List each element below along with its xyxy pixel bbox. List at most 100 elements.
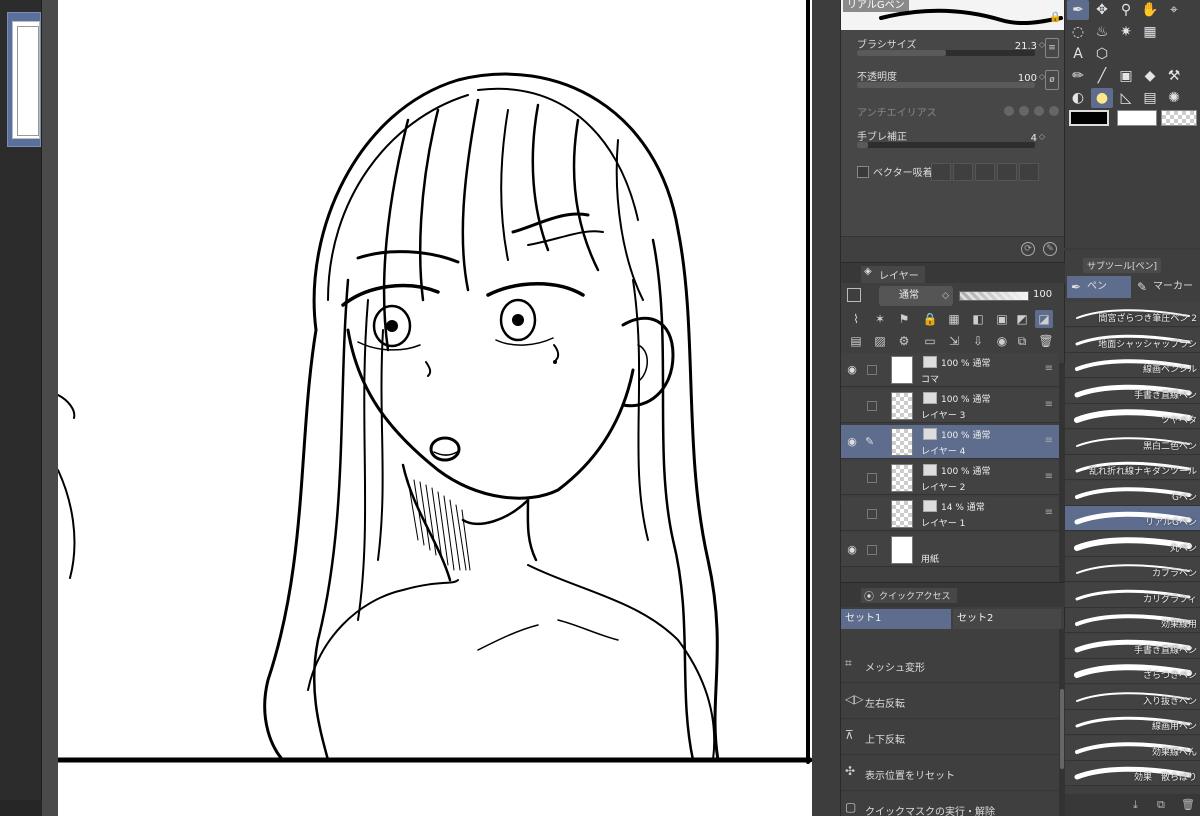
layer-menu-icon[interactable]: ≡ xyxy=(1045,507,1053,518)
effect-line-tool-icon[interactable]: ✺ xyxy=(1163,88,1185,108)
brush-item[interactable]: 手書き直線ペン xyxy=(1065,378,1200,404)
brush-item[interactable]: 手書き直線ペン xyxy=(1065,633,1200,659)
brush-item[interactable]: 地面シャッシャッブラシ xyxy=(1065,327,1200,353)
layer-menu-icon[interactable]: ≡ xyxy=(1045,363,1053,374)
layer-checkbox[interactable] xyxy=(867,473,877,483)
transparent-color-swatch[interactable] xyxy=(1161,110,1197,126)
brush-item[interactable]: カブラペン xyxy=(1065,557,1200,582)
fill-drop-tool-icon[interactable]: ♨ xyxy=(1091,22,1113,42)
hand-tool-icon[interactable]: ✋ xyxy=(1139,0,1161,20)
set-1-tab[interactable]: セット1 xyxy=(841,609,951,629)
layer-checkbox[interactable] xyxy=(867,401,877,411)
main-color-swatch[interactable] xyxy=(1069,110,1109,126)
vector-snap-checkbox[interactable] xyxy=(857,166,869,178)
ruler-enable-icon[interactable]: ▣ xyxy=(993,310,1011,328)
stabilization-spinner[interactable]: ◇ xyxy=(1039,132,1045,141)
brush-item[interactable]: 効果線ぺん xyxy=(1065,735,1200,761)
brush-item[interactable]: 間宮ざらつき筆圧ペン 2 xyxy=(1065,302,1200,327)
pick-tool-icon[interactable]: ⌖ xyxy=(1163,0,1185,20)
balloon-tool-icon[interactable]: ▤ xyxy=(1139,88,1161,108)
lock-alpha-icon[interactable]: ▦ xyxy=(945,310,963,328)
sub-color-swatch[interactable] xyxy=(1117,110,1157,126)
quick-access-scrollbar[interactable] xyxy=(1059,629,1065,816)
layer-menu-icon[interactable]: ≡ xyxy=(1045,471,1053,482)
layer-scrollbar[interactable] xyxy=(1059,363,1065,583)
layer-row[interactable]: ◉ 100 % 通常 コマ ≡ xyxy=(841,353,1059,387)
brush-item[interactable]: 入り抜きペン xyxy=(1065,684,1200,710)
reset-icon[interactable]: ⟳ xyxy=(1021,242,1035,256)
blend-mode-select[interactable]: 通常 ◇ xyxy=(879,286,953,306)
layer-opacity-slider[interactable] xyxy=(959,291,1029,301)
quick-access-item[interactable]: ▢ クイックマスクの実行・解除 xyxy=(841,791,1059,816)
brush-item[interactable]: 黒白二色ペン xyxy=(1065,429,1200,455)
layer-menu-icon[interactable]: ≡ xyxy=(1045,435,1053,446)
layer-row[interactable]: 100 % 通常 レイヤー 3 ≡ xyxy=(841,389,1059,423)
lock-layer-icon[interactable]: 🔒 xyxy=(921,310,939,328)
stabilization-slider[interactable] xyxy=(857,142,1035,148)
clip-icon[interactable]: ⌇ xyxy=(847,310,865,328)
layer-row[interactable]: 14 % 通常 レイヤー 1 ≡ xyxy=(841,497,1059,531)
brush-item[interactable]: 効果線用 xyxy=(1065,608,1200,633)
subtool-title[interactable]: サブツール[ペン] xyxy=(1083,258,1162,273)
layer-menu-icon[interactable]: ≡ xyxy=(1045,399,1053,410)
decoration-tool-icon[interactable]: ⚒ xyxy=(1163,66,1185,86)
pencil-tool-icon[interactable]: ✏ xyxy=(1067,66,1089,86)
layer-color-icon[interactable]: ◪ xyxy=(1035,310,1053,328)
bucket-tool-icon[interactable]: ◐ xyxy=(1067,88,1089,108)
eye-icon[interactable]: ◉ xyxy=(845,435,859,448)
new-correction-icon[interactable]: ⚙ xyxy=(895,332,913,350)
brush-item[interactable]: 線画ペンシル xyxy=(1065,353,1200,378)
new-raster-icon[interactable]: ▤ xyxy=(847,332,865,350)
move-tool-icon[interactable]: ✥ xyxy=(1091,0,1113,20)
pen-tool-icon[interactable]: ✒ xyxy=(1067,0,1089,20)
layer-row[interactable]: ◉ 用紙 xyxy=(841,533,1059,567)
eye-icon[interactable]: ◉ xyxy=(845,363,859,376)
brush-item[interactable]: 乱れ折れ線ナキダンツール xyxy=(1065,455,1200,480)
lasso-tool-icon[interactable]: ◌ xyxy=(1067,22,1089,42)
new-vector-icon[interactable]: ▨ xyxy=(871,332,889,350)
pattern-tool-icon[interactable]: ▦ xyxy=(1139,22,1161,42)
quick-access-item[interactable]: ◁▷ 左右反転 xyxy=(841,683,1059,719)
antialias-options[interactable] xyxy=(1004,106,1059,116)
quick-access-item[interactable]: ⌗ メッシュ変形 xyxy=(841,647,1059,683)
trash-icon[interactable]: 🗑 xyxy=(1181,798,1195,811)
brush-item[interactable]: 効果 散らばり xyxy=(1065,761,1200,786)
quick-access-item[interactable]: ⊼ 上下反転 xyxy=(841,719,1059,755)
lock-icon[interactable]: 🔒 xyxy=(1049,12,1061,24)
reference-icon[interactable]: ✶ xyxy=(871,310,889,328)
tab-layer[interactable]: ◈ レイヤー xyxy=(861,266,925,283)
layer-color-square[interactable] xyxy=(847,288,861,302)
brush-item[interactable]: ツヤベタ xyxy=(1065,404,1200,429)
canvas-thumbnail[interactable] xyxy=(7,12,41,147)
brush-item[interactable]: カリグラフィ xyxy=(1065,582,1200,608)
ref-draw-icon[interactable]: ⚑ xyxy=(895,310,913,328)
eye-icon[interactable]: ◉ xyxy=(845,543,859,556)
layer-row[interactable]: 100 % 通常 レイヤー 2 ≡ xyxy=(841,461,1059,495)
layer-checkbox[interactable] xyxy=(867,509,877,519)
brush-size-slider[interactable] xyxy=(857,50,1035,56)
quick-access-item[interactable]: ✣ 表示位置をリセット xyxy=(841,755,1059,791)
set-2-tab[interactable]: セット2 xyxy=(953,609,1061,629)
drawing-canvas[interactable] xyxy=(58,0,818,816)
merge-down-icon[interactable]: ⇩ xyxy=(969,332,987,350)
brush-size-pressure-button[interactable]: ≡ xyxy=(1045,38,1059,58)
apply-mask-icon[interactable]: ⧉ xyxy=(1013,332,1031,350)
color-change-icon[interactable]: ◩ xyxy=(1013,310,1031,328)
text-tool-icon[interactable]: A xyxy=(1067,44,1089,64)
layer-row[interactable]: ◉ ✎ 100 % 通常 レイヤー 4 ≡ xyxy=(841,425,1059,459)
new-subtool-icon[interactable]: ⧉ xyxy=(1157,798,1165,812)
mask-icon[interactable]: ◉ xyxy=(993,332,1011,350)
3d-tool-icon[interactable]: ⬡ xyxy=(1091,44,1113,64)
opacity-slider[interactable] xyxy=(857,82,1035,88)
opacity-pressure-button[interactable]: ø xyxy=(1045,70,1059,90)
brush-item[interactable]: 線画用ペン xyxy=(1065,710,1200,735)
brush-item[interactable]: 丸ペン xyxy=(1065,531,1200,557)
vector-snap-options[interactable] xyxy=(931,163,1039,181)
wrench-icon[interactable]: ✎ xyxy=(1043,242,1057,256)
layer-checkbox[interactable] xyxy=(867,365,877,375)
tab-marker[interactable]: ✎ マーカー xyxy=(1133,276,1199,298)
copy-icon[interactable]: ⤓ xyxy=(1133,798,1138,812)
eraser-tool-icon[interactable]: ◆ xyxy=(1139,66,1161,86)
eyedropper-tool-icon[interactable]: ⚲ xyxy=(1115,0,1137,20)
layer-checkbox[interactable] xyxy=(867,545,877,555)
